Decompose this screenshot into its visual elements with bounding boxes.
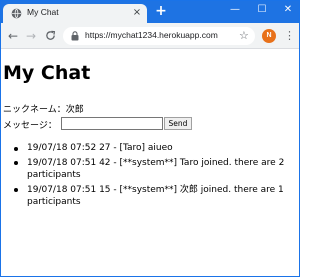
maximize-icon[interactable]: ☐ [254, 3, 270, 17]
page-title: My Chat [3, 62, 91, 84]
message-input[interactable] [61, 117, 163, 130]
list-item: 19/07/18 07:51 15 - [**system**] 次郎 join… [1, 184, 299, 209]
forward-arrow-icon[interactable]: → [23, 28, 39, 44]
list-item: 19/07/18 07:51 42 - [**system**] Taro jo… [1, 157, 299, 182]
lock-icon [71, 31, 79, 41]
message-list: 19/07/18 07:52 27 - [Taro] aiueo 19/07/1… [1, 142, 299, 211]
browser-window: My Chat × + — ☐ ✕ ← → https://mychat1234… [0, 0, 300, 277]
page-content: My Chat ニックネーム：次郎 メッセージ： Send 19/07/18 0… [1, 50, 299, 276]
back-arrow-icon[interactable]: ← [5, 28, 21, 44]
browser-toolbar: ← → https://mychat1234.herokuapp.com ☆ N… [1, 23, 299, 49]
list-item: 19/07/18 07:52 27 - [Taro] aiueo [1, 142, 299, 155]
tab-title: My Chat [27, 7, 59, 17]
close-window-icon[interactable]: ✕ [280, 3, 296, 17]
globe-icon [11, 8, 22, 19]
nickname-label: ニックネーム：次郎 [3, 105, 84, 115]
url-text: https://mychat1234.herokuapp.com [85, 30, 218, 40]
new-tab-button[interactable]: + [153, 3, 169, 19]
minimize-icon[interactable]: — [227, 3, 243, 17]
kebab-menu-icon[interactable]: ⋮ [284, 28, 295, 44]
send-button[interactable]: Send [164, 117, 192, 130]
message-text: 19/07/18 07:51 42 - [**system**] Taro jo… [27, 157, 285, 181]
bullet-icon [14, 188, 18, 192]
address-bar[interactable]: https://mychat1234.herokuapp.com ☆ [63, 27, 255, 45]
bullet-icon [14, 161, 18, 165]
bullet-icon [14, 146, 18, 151]
message-label: メッセージ： [3, 121, 57, 131]
message-text: 19/07/18 07:52 27 - [Taro] aiueo [27, 143, 173, 153]
title-bar: My Chat × + — ☐ ✕ [1, 1, 299, 23]
reload-icon[interactable] [42, 28, 58, 44]
message-text: 19/07/18 07:51 15 - [**system**] 次郎 join… [27, 184, 284, 208]
bookmark-star-icon[interactable]: ☆ [239, 28, 249, 44]
tab-my-chat[interactable]: My Chat × [3, 4, 147, 23]
close-tab-icon[interactable]: × [131, 6, 143, 20]
profile-avatar-icon[interactable]: N [262, 29, 276, 43]
